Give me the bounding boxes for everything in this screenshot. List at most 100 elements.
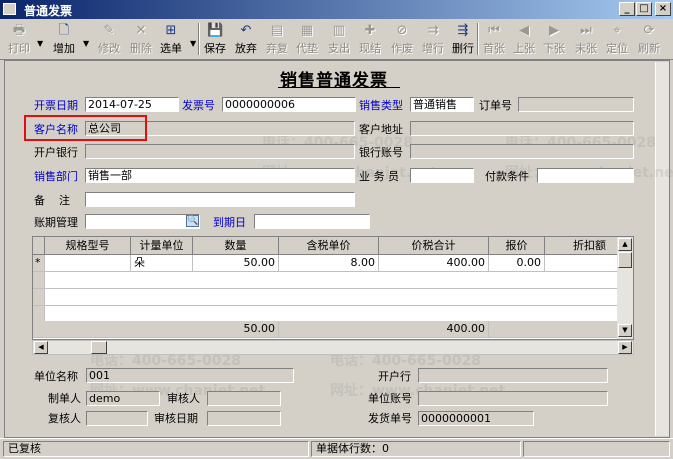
status-extra — [523, 441, 670, 457]
maximize-button[interactable]: □ — [636, 2, 652, 16]
scroll-left-icon[interactable]: ◀ — [34, 341, 48, 354]
unit-account-label: 单位账号 — [368, 392, 412, 405]
invoice-no-field[interactable]: 0000000006 — [222, 97, 356, 112]
scroll-thumb[interactable] — [618, 252, 632, 268]
auditor-field[interactable] — [207, 391, 281, 406]
unit-name-field[interactable]: 001 — [86, 368, 294, 383]
prev-button[interactable]: ◀ 上张 — [510, 21, 538, 57]
scroll-up-icon[interactable]: ▲ — [618, 238, 632, 251]
next-button[interactable]: ▶ 下张 — [540, 21, 568, 57]
print-dropdown-icon[interactable]: ▼ — [37, 39, 43, 48]
edit-button[interactable]: ✎ 修改 — [94, 21, 124, 57]
due-date-label: 到期日 — [213, 216, 246, 229]
aging-field[interactable] — [85, 214, 200, 229]
scroll-right-icon[interactable]: ▶ — [618, 341, 632, 354]
cell-qty[interactable]: 50.00 — [193, 255, 279, 272]
panel-scrollbar[interactable] — [655, 62, 669, 436]
unreview-button[interactable]: ▤ 弃复 — [263, 21, 291, 57]
order-no-field[interactable] — [518, 97, 634, 112]
settle-icon: ✚ — [364, 23, 376, 38]
cell-price[interactable]: 8.00 — [279, 255, 379, 272]
salesman-field[interactable] — [410, 168, 474, 183]
row-marker[interactable] — [33, 289, 45, 306]
expense-button[interactable]: ▥ 支出 — [325, 21, 353, 57]
expense-icon: ▥ — [332, 23, 346, 38]
table-row[interactable] — [45, 272, 633, 289]
scroll-thumb[interactable] — [91, 341, 107, 354]
delete-row-button[interactable]: ⇶ 删行 — [449, 21, 477, 57]
printer-icon: 🖶 — [12, 23, 26, 38]
minimize-button[interactable]: _ — [619, 2, 635, 16]
scroll-down-icon[interactable]: ▼ — [618, 324, 632, 337]
settle-button[interactable]: ✚ 现结 — [355, 21, 385, 57]
row-marker[interactable]: * — [33, 255, 45, 272]
discard-button[interactable]: ↶ 放弃 — [231, 21, 261, 57]
prepay-icon: ▦ — [300, 23, 314, 38]
first-button[interactable]: ⏮ 首张 — [480, 21, 508, 57]
last-button[interactable]: ⏭ 末张 — [572, 21, 600, 57]
void-icon: ⊘ — [396, 23, 408, 38]
cell-unit[interactable]: 朵 — [131, 255, 193, 272]
audit-date-label: 审核日期 — [154, 412, 198, 425]
toolbar-separator — [477, 23, 479, 55]
locate-icon: ⌖ — [613, 23, 621, 38]
review-icon: ▤ — [270, 23, 284, 38]
refresh-button[interactable]: ⟳ 刷新 — [634, 21, 664, 57]
select-button[interactable]: ⊞ 选单 — [156, 21, 186, 57]
open-bank-field[interactable] — [418, 368, 608, 383]
prepay-button[interactable]: ▦ 代垫 — [293, 21, 321, 57]
due-date-field[interactable] — [254, 214, 370, 229]
invoice-no-label: 发票号 — [182, 99, 215, 112]
title-bar: 普通发票 _ □ × — [0, 0, 673, 19]
add-row-button[interactable]: ⇉ 增行 — [419, 21, 447, 57]
col-header-total[interactable]: 价税合计 — [379, 237, 489, 255]
maker-label: 制单人 — [48, 392, 81, 405]
print-button[interactable]: 🖶 打印 — [4, 21, 34, 57]
close-button[interactable]: × — [655, 2, 671, 16]
locate-button[interactable]: ⌖ 定位 — [602, 21, 632, 57]
unit-account-field[interactable] — [418, 391, 608, 406]
status-row-count: 单据体行数：0 — [311, 441, 521, 457]
grid-horizontal-scrollbar[interactable]: ◀ ▶ — [32, 340, 634, 355]
prev-icon: ◀ — [519, 23, 529, 38]
status-bar: 已复核 单据体行数：0 — [0, 438, 673, 459]
pay-terms-field[interactable] — [537, 168, 634, 183]
auditor-label: 审核人 — [167, 392, 200, 405]
rechecker-field[interactable] — [86, 411, 148, 426]
bank-field[interactable] — [85, 144, 355, 159]
sales-type-field[interactable]: 普通销售 — [410, 97, 474, 112]
customer-address-field[interactable] — [410, 121, 634, 136]
col-header-qty[interactable]: 数量 — [193, 237, 279, 255]
add-dropdown-icon[interactable]: ▼ — [83, 39, 89, 48]
row-marker[interactable] — [33, 272, 45, 289]
unit-name-label: 单位名称 — [34, 370, 78, 383]
lookup-icon[interactable]: 🔍 — [186, 215, 199, 227]
cell-total[interactable]: 400.00 — [379, 255, 489, 272]
col-header-spec[interactable]: 规格型号 — [45, 237, 131, 255]
col-header-quote[interactable]: 报价 — [489, 237, 545, 255]
save-button[interactable]: 💾 保存 — [201, 21, 229, 57]
add-button[interactable]: 🗋 增加 — [49, 21, 79, 57]
remark-field[interactable] — [85, 192, 355, 207]
rechecker-label: 复核人 — [48, 412, 81, 425]
select-dropdown-icon[interactable]: ▼ — [190, 39, 196, 48]
table-row[interactable] — [45, 289, 633, 306]
sales-dept-field[interactable]: 销售一部 — [85, 168, 355, 183]
grid-corner — [33, 237, 45, 255]
cell-spec[interactable] — [45, 255, 131, 272]
grid-vertical-scrollbar[interactable]: ▲ ▼ — [617, 237, 633, 339]
delivery-no-field[interactable]: 0000000001 — [418, 411, 534, 426]
first-icon: ⏮ — [488, 23, 500, 38]
maker-field[interactable]: demo — [86, 391, 160, 406]
delete-button[interactable]: ✕ 删除 — [126, 21, 156, 57]
audit-date-field[interactable] — [207, 411, 281, 426]
cell-quote[interactable]: 0.00 — [489, 255, 545, 272]
col-header-price[interactable]: 含税单价 — [279, 237, 379, 255]
bank-account-field[interactable] — [410, 144, 634, 159]
sales-dept-label: 销售部门 — [34, 170, 78, 183]
title-underline — [278, 87, 400, 89]
pencil-icon: ✎ — [103, 23, 115, 38]
invoice-date-field[interactable]: 2014-07-25 — [85, 97, 179, 112]
col-header-unit[interactable]: 计量单位 — [131, 237, 193, 255]
void-button[interactable]: ⊘ 作废 — [387, 21, 417, 57]
